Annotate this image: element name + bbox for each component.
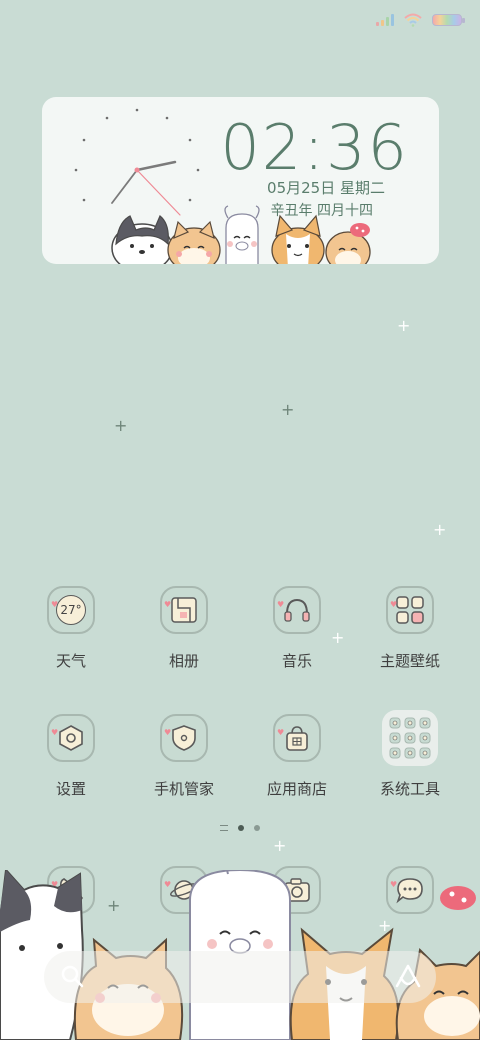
dock-messages[interactable]: ♥ [386,866,434,914]
page-list-icon [220,825,228,831]
search-bar[interactable] [44,951,436,1003]
gallery-icon: ♥ [160,586,208,634]
page-dot-active [238,825,244,831]
app-store-icon: ♥ [273,714,321,762]
clock-widget[interactable]: 02:36 05月25日 星期二 辛丑年 四月十四 [42,97,439,264]
app-phone-manager[interactable]: ♥ 手机管家 [134,714,234,799]
widget-pets-illustration [111,205,371,264]
sparkle-decoration: + [273,836,287,855]
sparkle-decoration: + [433,520,447,539]
phone-manager-icon: ♥ [160,714,208,762]
app-label: 主题壁纸 [379,652,440,670]
page-dot [254,825,260,831]
app-label: 相册 [168,652,199,670]
dock-camera[interactable]: ♥ [273,866,321,914]
wifi-icon [404,13,422,27]
settings-icon: ♥ [47,714,95,762]
phone-icon [60,878,83,902]
signal-icon [376,14,394,26]
weather-temperature: 27° [56,595,86,625]
sparkle-decoration: + [114,416,128,435]
sparkle-decoration: + [281,400,295,419]
sparkle-decoration: + [397,316,411,335]
heart-icon: ♥ [390,880,398,889]
date-text: 05月25日 星期二 [267,179,385,197]
app-music[interactable]: ♥ 音乐 [247,586,347,671]
app-weather[interactable]: ♥ 27° 天气 [21,586,121,671]
app-label: 手机管家 [153,780,214,798]
app-label: 系统工具 [379,780,440,798]
status-bar [376,10,465,30]
heart-icon: ♥ [277,880,285,889]
weather-icon: ♥ 27° [47,586,95,634]
camera-icon [284,878,310,902]
app-label: 设置 [55,780,86,798]
page-indicator[interactable] [0,825,480,831]
assistant-icon[interactable] [393,962,423,990]
app-gallery[interactable]: ♥ 相册 [134,586,234,671]
app-settings[interactable]: ♥ 设置 [21,714,121,799]
browser-icon [170,880,198,900]
app-theme[interactable]: ♥ 主题壁纸 [360,586,460,671]
app-label: 应用商店 [266,780,327,798]
app-store[interactable]: ♥ 应用商店 [247,714,347,799]
system-tools-folder-icon [382,710,438,766]
folder-system-tools[interactable]: 系统工具 [360,710,460,799]
theme-icon: ♥ [386,586,434,634]
heart-icon: ♥ [51,880,59,889]
heart-icon: ♥ [164,880,172,889]
dock-phone[interactable]: ♥ [47,866,95,914]
digital-time: 02:36 [220,111,409,184]
dock-browser[interactable]: ♥ [160,866,208,914]
messages-icon [396,878,423,904]
search-icon[interactable] [58,962,86,990]
sparkle-decoration: + [378,916,392,935]
battery-icon [432,14,465,26]
music-icon: ♥ [273,586,321,634]
app-label: 音乐 [281,652,312,670]
app-label: 天气 [55,652,86,670]
sparkle-decoration: + [107,896,121,915]
